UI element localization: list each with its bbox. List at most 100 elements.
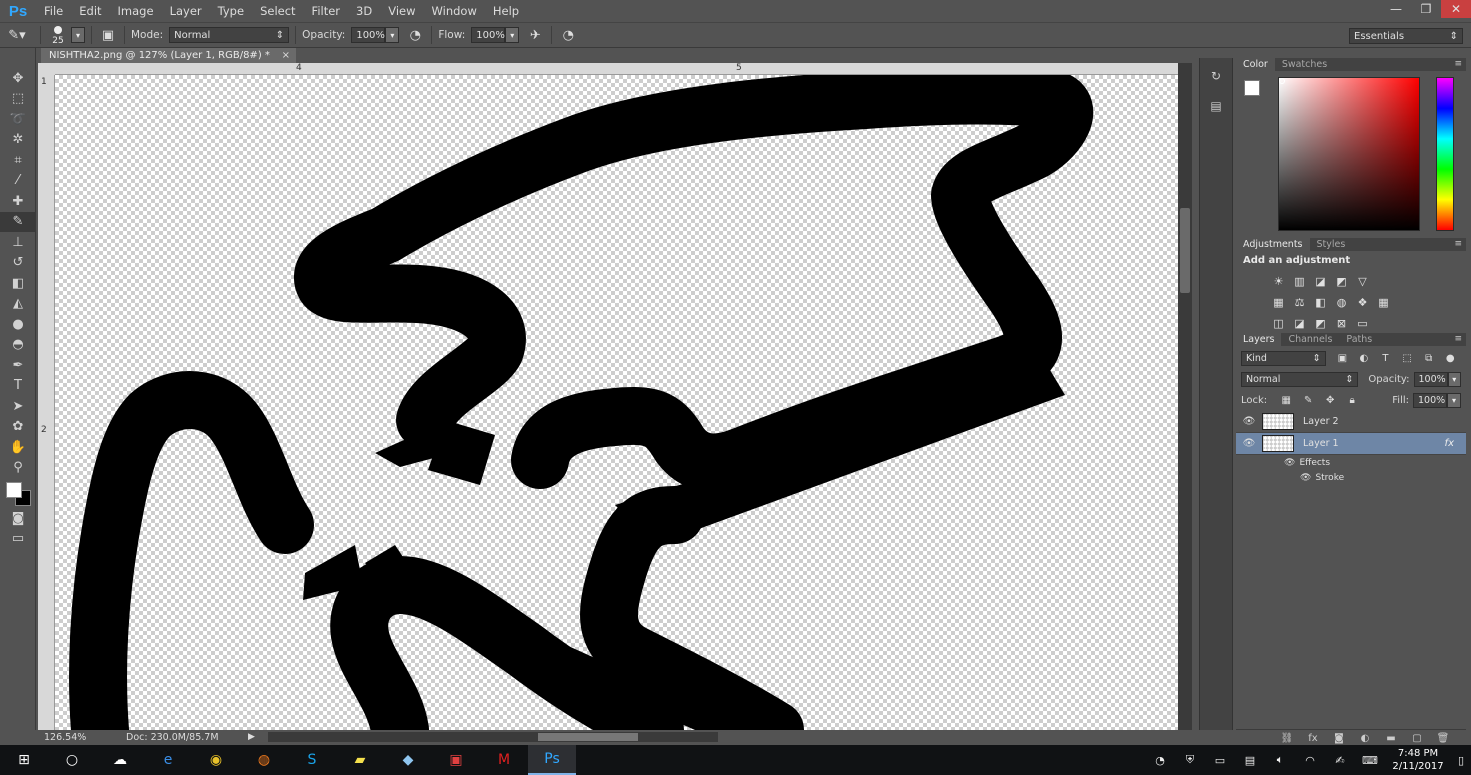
workspace-select[interactable]: Essentials ⇕ <box>1349 28 1463 44</box>
brush-size-dropdown-icon[interactable]: ▾ <box>71 27 85 43</box>
search-cortana-icon[interactable]: ○ <box>48 745 96 775</box>
opacity-dropdown-icon[interactable]: ▾ <box>385 27 400 43</box>
document-tab[interactable]: NISHTHA2.png @ 127% (Layer 1, RGB/8#) * … <box>41 48 296 63</box>
menu-image[interactable]: Image <box>110 0 162 22</box>
new-layer-icon[interactable]: ▢ <box>1404 733 1430 744</box>
notifications-icon[interactable]: ▯ <box>1451 754 1471 767</box>
lock-all-icon[interactable]: 🔒︎ <box>1341 395 1363 406</box>
pressure-opacity-icon[interactable]: ◔ <box>405 25 425 45</box>
menu-layer[interactable]: Layer <box>162 0 210 22</box>
taskbar-clock[interactable]: 7:48 PM 2/11/2017 <box>1385 747 1451 773</box>
photo-filter-icon[interactable]: ◍ <box>1331 294 1352 310</box>
mode-select[interactable]: Normal ⇕ <box>169 27 290 43</box>
tally-app-icon[interactable]: ▣ <box>432 745 480 775</box>
brush-size-picker[interactable]: 25 <box>47 24 69 46</box>
color-panel-foreground-swatch[interactable] <box>1244 80 1260 96</box>
type-tool-icon[interactable]: T <box>0 376 36 397</box>
horizontal-scrollbar[interactable] <box>268 732 718 742</box>
link-layers-icon[interactable]: ⛓︎ <box>1274 733 1300 744</box>
layer-name[interactable]: Layer 1 <box>1303 438 1339 449</box>
color-lookup-icon[interactable]: ▦ <box>1373 294 1394 310</box>
levels-icon[interactable]: ▥ <box>1289 273 1310 289</box>
exposure-icon[interactable]: ◩ <box>1331 273 1352 289</box>
action-center-icon[interactable]: ▤ <box>1235 754 1265 767</box>
vertical-scrollbar[interactable] <box>1178 63 1192 730</box>
vertical-scrollbar-thumb[interactable] <box>1180 208 1190 293</box>
lasso-tool-icon[interactable]: ➰ <box>0 109 36 130</box>
healing-brush-tool-icon[interactable]: ✚ <box>0 191 36 212</box>
menu-help[interactable]: Help <box>485 0 527 22</box>
dodge-tool-icon[interactable]: ◓ <box>0 335 36 356</box>
horizontal-scrollbar-thumb[interactable] <box>538 733 638 741</box>
close-tab-icon[interactable]: × <box>282 48 290 63</box>
pen-tool-icon[interactable]: ✒ <box>0 355 36 376</box>
menu-type[interactable]: Type <box>210 0 252 22</box>
onedrive-cloud-icon[interactable]: ☁ <box>96 745 144 775</box>
adjustment-filter-icon[interactable]: ◐ <box>1353 353 1375 364</box>
horizontal-ruler[interactable]: 4 5 <box>55 63 1178 75</box>
restore-button[interactable]: ❐ <box>1411 0 1441 18</box>
invert-icon[interactable]: ◫ <box>1268 315 1289 331</box>
visibility-eye-icon[interactable]: 👁︎ <box>1236 416 1262 427</box>
shape-tool-icon[interactable]: ✿ <box>0 417 36 438</box>
tab-swatches[interactable]: Swatches <box>1275 58 1334 71</box>
minimize-button[interactable]: — <box>1381 0 1411 18</box>
shape-filter-icon[interactable]: ⬚ <box>1396 353 1418 364</box>
keyboard-icon[interactable]: ⌨ <box>1355 754 1385 767</box>
tray-app-icon[interactable]: ◔ <box>1145 754 1175 767</box>
photoshop-taskbar-icon[interactable]: Ps <box>528 745 576 775</box>
security-shield-icon[interactable]: ⛨ <box>1175 753 1205 767</box>
eraser-app-icon[interactable]: ◆ <box>384 745 432 775</box>
menu-window[interactable]: Window <box>424 0 485 22</box>
document-canvas[interactable] <box>55 75 1178 730</box>
brush-panel-toggle-icon[interactable]: ▣ <box>98 25 118 45</box>
battery-icon[interactable]: ▭ <box>1205 754 1235 767</box>
color-balance-icon[interactable]: ⚖ <box>1289 294 1310 310</box>
lock-position-icon[interactable]: ✥ <box>1319 395 1341 406</box>
firefox-browser-icon[interactable]: ◍ <box>240 745 288 775</box>
threshold-icon[interactable]: ◩ <box>1310 315 1331 331</box>
start-windows-icon[interactable]: ⊞ <box>0 745 48 775</box>
visibility-eye-icon[interactable]: 👁︎ <box>1236 438 1262 449</box>
brightness-contrast-icon[interactable]: ☀ <box>1268 273 1289 289</box>
selective-color-icon[interactable]: ⊠ <box>1331 315 1352 331</box>
tab-channels[interactable]: Channels <box>1281 333 1339 346</box>
crop-tool-icon[interactable]: ⌗ <box>0 150 36 171</box>
stroke-visibility-eye-icon[interactable]: 👁︎ <box>1300 473 1311 483</box>
menu-edit[interactable]: Edit <box>71 0 109 22</box>
vertical-ruler[interactable]: 1 2 <box>38 75 55 730</box>
hue-saturation-icon[interactable]: ▦ <box>1268 294 1289 310</box>
new-adjustment-layer-icon[interactable]: ◐ <box>1352 733 1378 744</box>
panel-menu-icon[interactable]: ≡ <box>1454 238 1466 251</box>
black-white-icon[interactable]: ◧ <box>1310 294 1331 310</box>
edge-browser-icon[interactable]: e <box>144 745 192 775</box>
color-spectrum-field[interactable] <box>1278 77 1420 231</box>
effects-row[interactable]: 👁︎ Effects <box>1236 455 1466 470</box>
add-mask-icon[interactable]: ◙ <box>1326 733 1352 744</box>
tab-styles[interactable]: Styles <box>1310 238 1353 251</box>
blur-tool-icon[interactable]: ● <box>0 314 36 335</box>
history-brush-tool-icon[interactable]: ↺ <box>0 253 36 274</box>
tab-adjustments[interactable]: Adjustments <box>1236 238 1310 251</box>
menu-file[interactable]: File <box>36 0 71 22</box>
delete-layer-icon[interactable]: 🗑︎ <box>1430 733 1456 744</box>
status-menu-arrow-icon[interactable]: ▶ <box>248 732 255 742</box>
path-selection-tool-icon[interactable]: ➤ <box>0 396 36 417</box>
flow-input[interactable]: 100% <box>471 27 506 43</box>
mcafee-icon[interactable]: M <box>480 745 528 775</box>
pixel-filter-icon[interactable]: ▣ <box>1332 353 1354 364</box>
opacity-input[interactable]: 100% <box>351 27 386 43</box>
paint-bucket-tool-icon[interactable]: ◭ <box>0 294 36 315</box>
lock-image-pixels-icon[interactable]: ✎ <box>1297 395 1319 406</box>
properties-panel-icon[interactable]: ▤ <box>1200 94 1232 118</box>
blend-mode-select[interactable]: Normal ⇕ <box>1241 372 1359 387</box>
brush-tool-preset-icon[interactable]: ✎▾ <box>0 25 34 45</box>
eraser-tool-icon[interactable]: ◧ <box>0 273 36 294</box>
zoom-tool-icon[interactable]: ⚲ <box>0 458 36 479</box>
chrome-browser-icon[interactable]: ◉ <box>192 745 240 775</box>
zoom-level[interactable]: 126.54% <box>38 732 98 743</box>
flow-dropdown-icon[interactable]: ▾ <box>505 27 520 43</box>
smart-object-filter-icon[interactable]: ⧉ <box>1418 353 1440 364</box>
foreground-color-swatch[interactable] <box>6 482 22 498</box>
fill-dropdown-icon[interactable]: ▾ <box>1447 393 1461 408</box>
